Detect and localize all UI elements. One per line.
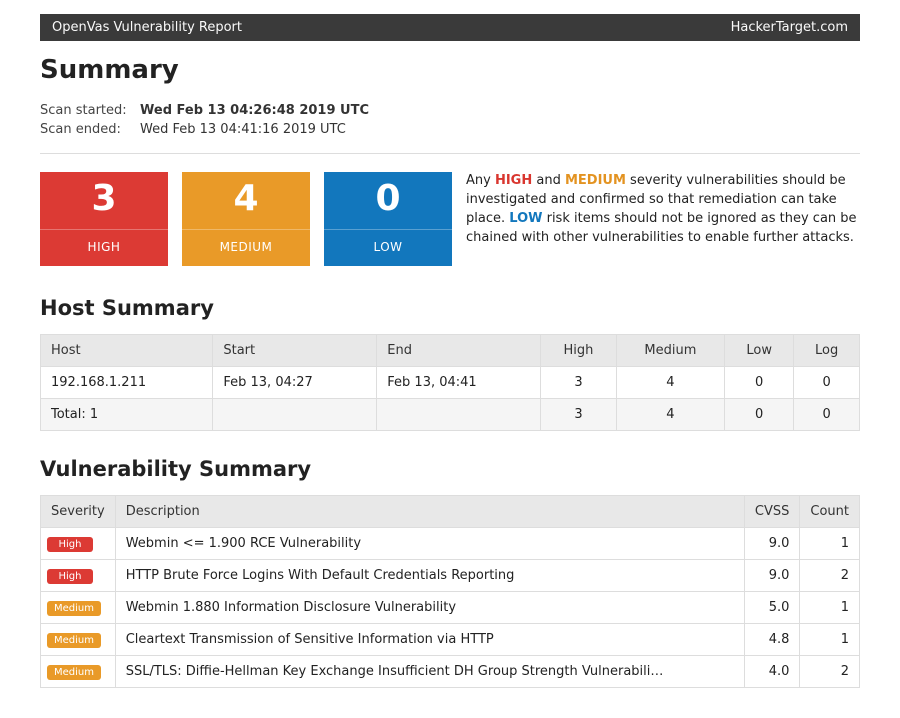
cell-cvss: 4.8 xyxy=(744,624,799,656)
col-end: End xyxy=(377,335,541,367)
note-high-word: HIGH xyxy=(495,173,532,188)
cell-host: 192.168.1.211 xyxy=(41,367,213,399)
col-low: Low xyxy=(725,335,794,367)
cell-count: 2 xyxy=(800,560,860,592)
total-label: Total: 1 xyxy=(41,399,213,431)
total-medium: 4 xyxy=(616,399,724,431)
vuln-summary-heading: Vulnerability Summary xyxy=(40,457,860,481)
col-cvss: CVSS xyxy=(744,496,799,528)
col-description: Description xyxy=(115,496,744,528)
cell-severity: Medium xyxy=(41,624,116,656)
note-medium-word: MEDIUM xyxy=(565,173,626,188)
col-count: Count xyxy=(800,496,860,528)
host-summary-heading: Host Summary xyxy=(40,296,860,320)
cell-description: SSL/TLS: Diffie-Hellman Key Exchange Ins… xyxy=(115,656,744,688)
divider xyxy=(40,153,860,154)
cell-start: Feb 13, 04:27 xyxy=(213,367,377,399)
scan-start-row: Scan started: Wed Feb 13 04:26:48 2019 U… xyxy=(40,103,860,118)
col-log: Log xyxy=(794,335,860,367)
scan-end-row: Scan ended: Wed Feb 13 04:41:16 2019 UTC xyxy=(40,122,860,137)
note-text: and xyxy=(532,173,565,188)
table-row: Medium Webmin 1.880 Information Disclosur… xyxy=(41,592,860,624)
cell-count: 1 xyxy=(800,592,860,624)
severity-high-label: HIGH xyxy=(40,229,168,266)
cell-cvss: 4.0 xyxy=(744,656,799,688)
cell-cvss: 9.0 xyxy=(744,560,799,592)
col-high: High xyxy=(541,335,617,367)
note-text: Any xyxy=(466,173,495,188)
severity-row: 3 HIGH 4 MEDIUM 0 LOW Any HIGH and MEDIU… xyxy=(40,172,860,266)
severity-box-low: 0 LOW xyxy=(324,172,452,266)
severity-low-label: LOW xyxy=(324,229,452,266)
table-header-row: Severity Description CVSS Count xyxy=(41,496,860,528)
total-low: 0 xyxy=(725,399,794,431)
severity-pill: High xyxy=(47,569,93,584)
total-log: 0 xyxy=(794,399,860,431)
cell-log: 0 xyxy=(794,367,860,399)
cell-severity: High xyxy=(41,528,116,560)
cell-severity: Medium xyxy=(41,592,116,624)
severity-note: Any HIGH and MEDIUM severity vulnerabili… xyxy=(466,172,860,247)
table-header-row: Host Start End High Medium Low Log xyxy=(41,335,860,367)
scan-end-value: Wed Feb 13 04:41:16 2019 UTC xyxy=(140,122,346,137)
note-low-word: LOW xyxy=(509,211,542,226)
total-high: 3 xyxy=(541,399,617,431)
cell-end: Feb 13, 04:41 xyxy=(377,367,541,399)
vuln-summary-table: Severity Description CVSS Count High Webm… xyxy=(40,495,860,688)
cell-count: 1 xyxy=(800,528,860,560)
cell-high: 3 xyxy=(541,367,617,399)
topbar: OpenVas Vulnerability Report HackerTarge… xyxy=(40,14,860,41)
col-host: Host xyxy=(41,335,213,367)
report-source: HackerTarget.com xyxy=(731,20,848,35)
cell-medium: 4 xyxy=(616,367,724,399)
severity-pill: Medium xyxy=(47,665,101,680)
cell-count: 2 xyxy=(800,656,860,688)
host-total-row: Total: 1 3 4 0 0 xyxy=(41,399,860,431)
severity-high-count: 3 xyxy=(40,172,168,229)
report-page: OpenVas Vulnerability Report HackerTarge… xyxy=(0,0,900,718)
severity-low-count: 0 xyxy=(324,172,452,229)
table-row: High Webmin <= 1.900 RCE Vulnerability9.0… xyxy=(41,528,860,560)
severity-pill: High xyxy=(47,537,93,552)
cell-cvss: 5.0 xyxy=(744,592,799,624)
severity-medium-count: 4 xyxy=(182,172,310,229)
severity-box-high: 3 HIGH xyxy=(40,172,168,266)
cell-severity: High xyxy=(41,560,116,592)
severity-box-medium: 4 MEDIUM xyxy=(182,172,310,266)
severity-medium-label: MEDIUM xyxy=(182,229,310,266)
scan-start-value: Wed Feb 13 04:26:48 2019 UTC xyxy=(140,103,369,118)
col-start: Start xyxy=(213,335,377,367)
scan-start-label: Scan started: xyxy=(40,103,140,118)
table-row: Medium SSL/TLS: Diffie-Hellman Key Exchan… xyxy=(41,656,860,688)
cell-count: 1 xyxy=(800,624,860,656)
col-severity: Severity xyxy=(41,496,116,528)
cell-severity: Medium xyxy=(41,656,116,688)
cell-cvss: 9.0 xyxy=(744,528,799,560)
table-row: 192.168.1.211Feb 13, 04:27Feb 13, 04:413… xyxy=(41,367,860,399)
summary-heading: Summary xyxy=(40,55,860,85)
cell-description: Webmin 1.880 Information Disclosure Vuln… xyxy=(115,592,744,624)
host-summary-table: Host Start End High Medium Low Log 192.1… xyxy=(40,334,860,431)
table-row: High HTTP Brute Force Logins With Default… xyxy=(41,560,860,592)
report-title: OpenVas Vulnerability Report xyxy=(52,20,242,35)
scan-end-label: Scan ended: xyxy=(40,122,140,137)
cell-description: HTTP Brute Force Logins With Default Cre… xyxy=(115,560,744,592)
cell-description: Webmin <= 1.900 RCE Vulnerability xyxy=(115,528,744,560)
severity-pill: Medium xyxy=(47,601,101,616)
cell-description: Cleartext Transmission of Sensitive Info… xyxy=(115,624,744,656)
cell-low: 0 xyxy=(725,367,794,399)
col-medium: Medium xyxy=(616,335,724,367)
table-row: Medium Cleartext Transmission of Sensitiv… xyxy=(41,624,860,656)
severity-pill: Medium xyxy=(47,633,101,648)
scan-meta: Scan started: Wed Feb 13 04:26:48 2019 U… xyxy=(40,103,860,137)
